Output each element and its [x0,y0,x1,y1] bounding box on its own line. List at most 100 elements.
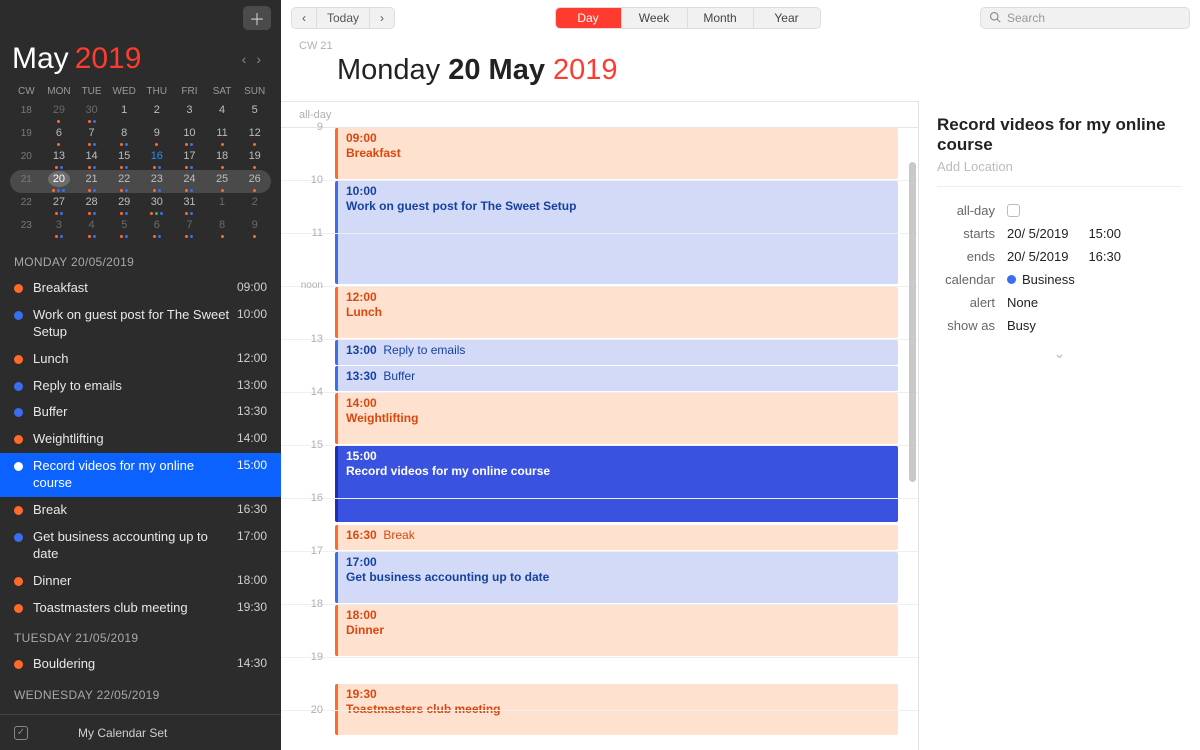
expand-details-button[interactable]: ⌄ [937,337,1182,362]
mini-day[interactable]: 4 [75,216,108,239]
mini-day[interactable]: 25 [206,170,239,193]
mini-day[interactable]: 27 [43,193,76,216]
calendar-value[interactable]: Business [1007,272,1075,287]
hour-row[interactable]: 17 [281,552,918,605]
starts-value[interactable]: 20/ 5/2019 15:00 [1007,226,1121,241]
mini-day[interactable]: 16 [141,147,174,170]
hour-row[interactable]: 10 [281,181,918,234]
hour-row[interactable]: 19 [281,658,918,711]
mini-cw[interactable]: 21 [10,170,43,193]
mini-cw[interactable]: 19 [10,124,43,147]
mini-day[interactable]: 6 [141,216,174,239]
agenda-item[interactable]: Lunch12:00 [0,346,281,373]
view-week[interactable]: Week [622,8,688,28]
prev-month-button[interactable]: ‹ [242,51,247,67]
mini-day[interactable]: 10 [173,124,206,147]
mini-day[interactable]: 7 [173,216,206,239]
mini-day[interactable]: 29 [108,193,141,216]
hour-row[interactable]: noon [281,287,918,340]
mini-day[interactable]: 23 [141,170,174,193]
mini-day[interactable]: 22 [108,170,141,193]
mini-day[interactable]: 30 [141,193,174,216]
mini-day[interactable]: 15 [108,147,141,170]
mini-day[interactable]: 5 [108,216,141,239]
hour-row[interactable]: 11 [281,234,918,287]
mini-day[interactable]: 5 [238,101,271,124]
mini-cw[interactable]: 23 [10,216,43,239]
hour-row[interactable]: 13 [281,340,918,393]
mini-day[interactable]: 1 [206,193,239,216]
agenda-item[interactable]: Record videos for my online course15:00 [0,453,281,497]
mini-day[interactable]: 6 [43,124,76,147]
inspector-location[interactable]: Add Location [937,159,1182,187]
agenda-item[interactable]: Work on guest post for The Sweet Setup10… [0,302,281,346]
search-input[interactable]: Search [980,7,1190,29]
mini-day[interactable]: 2 [141,101,174,124]
allday-checkbox[interactable] [1007,204,1020,217]
ends-value[interactable]: 20/ 5/2019 16:30 [1007,249,1121,264]
mini-day[interactable]: 19 [238,147,271,170]
alert-value[interactable]: None [1007,295,1038,310]
mini-day[interactable]: 18 [206,147,239,170]
mini-day[interactable]: 17 [173,147,206,170]
nav-forward-button[interactable]: › [370,8,394,28]
mini-day[interactable]: 3 [173,101,206,124]
mini-day[interactable]: 30 [75,101,108,124]
agenda-item[interactable]: Buffer13:30 [0,399,281,426]
mini-day[interactable]: 4 [206,101,239,124]
agenda-item[interactable]: Weightlifting14:00 [0,426,281,453]
mini-day[interactable]: 29 [43,101,76,124]
hour-row[interactable]: 18 [281,605,918,658]
add-event-button[interactable]: ＋ [243,6,271,30]
hour-row[interactable]: 16 [281,499,918,552]
mini-cw[interactable]: 20 [10,147,43,170]
view-day[interactable]: Day [556,8,622,28]
agenda-item[interactable]: Bouldering14:30 [0,651,281,678]
view-year[interactable]: Year [754,8,820,28]
allday-row[interactable]: all-day [281,102,918,128]
day-column[interactable]: all-day 09:00Breakfast10:00Work on guest… [281,101,918,750]
toggle-checkbox[interactable]: ✓ [14,726,28,740]
mini-day[interactable]: 9 [141,124,174,147]
hour-row[interactable]: 9 [281,128,918,181]
mini-day[interactable]: 24 [173,170,206,193]
hour-row[interactable]: 14 [281,393,918,446]
agenda-item-time: 14:00 [231,431,267,445]
calendar-set-label[interactable]: My Calendar Set [78,726,167,740]
mini-day[interactable]: 8 [206,216,239,239]
month-name: May [12,42,69,76]
view-month[interactable]: Month [688,8,754,28]
mini-day[interactable]: 31 [173,193,206,216]
agenda-item[interactable]: Toastmasters club meeting19:30 [0,595,281,622]
agenda-item[interactable]: Dinner18:00 [0,568,281,595]
inspector-title[interactable]: Record videos for my online course [937,115,1182,159]
agenda-item[interactable]: Breakfast09:00 [0,275,281,302]
mini-cw[interactable]: 22 [10,193,43,216]
agenda-item[interactable]: Get business accounting up to date17:00 [0,524,281,568]
mini-cw[interactable]: 18 [10,101,43,124]
mini-day[interactable]: 9 [238,216,271,239]
hour-row[interactable]: 15 [281,446,918,499]
agenda-item[interactable]: Reply to emails13:00 [0,373,281,400]
mini-day[interactable]: 20 [43,170,76,193]
showas-value[interactable]: Busy [1007,318,1036,333]
mini-day[interactable]: 28 [75,193,108,216]
agenda-list[interactable]: MONDAY 20/05/2019Breakfast09:00Work on g… [0,245,281,714]
mini-day[interactable]: 21 [75,170,108,193]
next-month-button[interactable]: › [256,51,261,67]
agenda-item[interactable]: Break16:30 [0,497,281,524]
nav-back-button[interactable]: ‹ [292,8,317,28]
hour-row[interactable]: 20 [281,711,918,750]
mini-day[interactable]: 2 [238,193,271,216]
mini-day[interactable]: 13 [43,147,76,170]
scrollbar-thumb[interactable] [909,162,916,482]
mini-day[interactable]: 26 [238,170,271,193]
today-button[interactable]: Today [317,8,370,28]
mini-day[interactable]: 1 [108,101,141,124]
mini-day[interactable]: 3 [43,216,76,239]
mini-day[interactable]: 11 [206,124,239,147]
mini-day[interactable]: 12 [238,124,271,147]
mini-day[interactable]: 7 [75,124,108,147]
mini-day[interactable]: 14 [75,147,108,170]
mini-day[interactable]: 8 [108,124,141,147]
